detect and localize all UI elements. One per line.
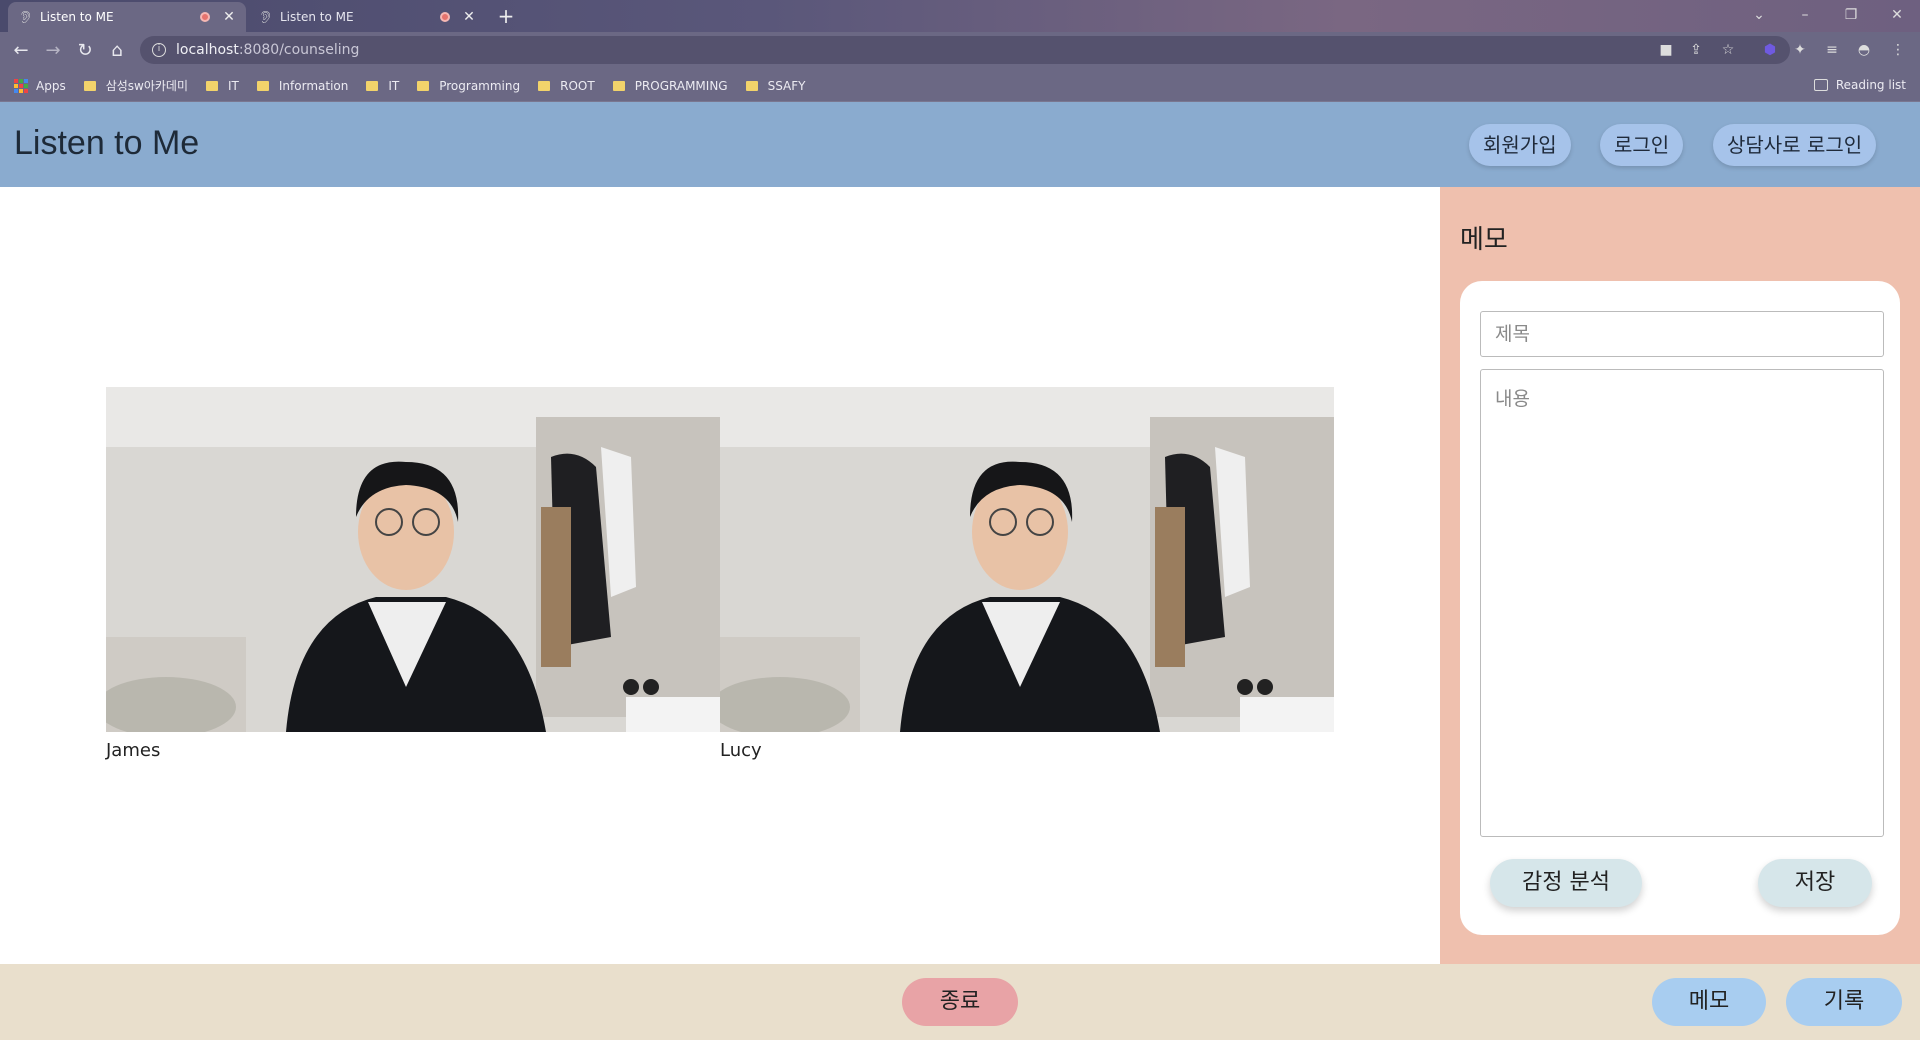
bookmark-folder[interactable]: IT bbox=[206, 79, 239, 93]
memo-panel-title: 메모 bbox=[1460, 225, 1508, 255]
url-path: :8080/counseling bbox=[238, 42, 360, 58]
bookmark-folder[interactable]: ROOT bbox=[538, 79, 595, 93]
extensions-puzzle-icon[interactable]: ✦ bbox=[1790, 40, 1810, 60]
folder-icon bbox=[206, 80, 219, 91]
save-memo-button[interactable]: 저장 bbox=[1758, 859, 1872, 907]
media-control-icon[interactable]: ≡ bbox=[1822, 40, 1842, 60]
participant-name: Lucy bbox=[720, 740, 762, 761]
folder-icon bbox=[745, 80, 758, 91]
signup-button[interactable]: 회원가입 bbox=[1469, 124, 1571, 166]
browser-tab-2[interactable]: 👂︎ Listen to ME ✕ bbox=[248, 2, 486, 32]
new-tab-button[interactable]: + bbox=[494, 6, 518, 28]
bookmark-label: PROGRAMMING bbox=[634, 78, 728, 93]
tab-search-icon[interactable]: ⌄ bbox=[1744, 4, 1774, 28]
video-feed-lucy bbox=[720, 387, 1334, 732]
end-session-button[interactable]: 종료 bbox=[902, 978, 1018, 1026]
reading-list-icon bbox=[1813, 79, 1828, 91]
address-bar[interactable]: i localhost:8080/counseling bbox=[140, 36, 1790, 64]
bookmark-label: IT bbox=[388, 78, 400, 93]
webcam-image bbox=[106, 387, 720, 732]
bookmark-folder[interactable]: 삼성sw아카데미 bbox=[83, 77, 189, 94]
site-info-icon[interactable]: i bbox=[152, 43, 166, 57]
bookmark-folder[interactable]: Information bbox=[256, 78, 349, 93]
tab-close-icon[interactable]: ✕ bbox=[222, 9, 236, 25]
bookmark-label: ROOT bbox=[560, 78, 595, 93]
video-feed-james bbox=[106, 387, 720, 732]
folder-icon bbox=[417, 80, 430, 91]
forward-icon[interactable]: → bbox=[42, 40, 64, 62]
reading-list-button[interactable]: Reading list bbox=[1813, 78, 1906, 92]
close-window-button[interactable]: ✕ bbox=[1882, 4, 1912, 28]
home-icon[interactable]: ⌂ bbox=[106, 40, 128, 62]
back-icon[interactable]: ← bbox=[10, 40, 32, 62]
bookmark-folder[interactable]: IT bbox=[366, 79, 399, 93]
restore-button[interactable]: ❐ bbox=[1836, 4, 1866, 28]
bookmark-label: Programming bbox=[439, 78, 521, 93]
login-button[interactable]: 로그인 bbox=[1600, 124, 1684, 166]
tab-close-icon[interactable]: ✕ bbox=[462, 9, 476, 25]
recording-icon bbox=[440, 12, 450, 22]
browser-tab-bar: 👂︎ Listen to ME ✕ 👂︎ Listen to ME ✕ + ⌄ … bbox=[0, 0, 1920, 32]
webcam-image bbox=[720, 387, 1334, 732]
minimize-button[interactable]: – bbox=[1790, 4, 1820, 28]
folder-icon bbox=[83, 80, 96, 91]
browser-toolbar: ← → ↻ ⌂ i localhost:8080/counseling ■ ⇪ … bbox=[0, 32, 1920, 70]
extension-icon[interactable]: ⬢ bbox=[1760, 40, 1780, 60]
reload-icon[interactable]: ↻ bbox=[74, 40, 96, 62]
bookmark-star-icon[interactable]: ☆ bbox=[1718, 40, 1738, 60]
bookmark-label: Information bbox=[278, 78, 349, 93]
memo-content-textarea[interactable] bbox=[1480, 369, 1884, 837]
url-host: localhost bbox=[176, 42, 239, 58]
camera-icon[interactable]: ■ bbox=[1656, 40, 1676, 60]
recording-icon bbox=[200, 12, 210, 22]
share-icon[interactable]: ⇪ bbox=[1686, 40, 1706, 60]
memo-toggle-button[interactable]: 메모 bbox=[1652, 978, 1766, 1026]
bookmarks-bar: Apps 삼성sw아카데미 IT Information IT Programm… bbox=[0, 70, 1920, 102]
bookmark-folder[interactable]: PROGRAMMING bbox=[612, 78, 728, 93]
apps-grid-icon bbox=[14, 78, 28, 93]
bookmark-label: 삼성sw아카데미 bbox=[105, 79, 189, 93]
memo-card: 감정 분석 저장 bbox=[1460, 281, 1900, 935]
reading-list-label: Reading list bbox=[1835, 78, 1906, 92]
profile-avatar[interactable]: ◓ bbox=[1854, 40, 1874, 60]
participant-name: James bbox=[106, 740, 161, 761]
tab-title: Listen to ME bbox=[280, 10, 354, 24]
folder-icon bbox=[538, 80, 551, 91]
folder-icon bbox=[612, 80, 625, 91]
brand-title[interactable]: Listen to Me bbox=[14, 124, 199, 163]
bookmark-folder[interactable]: SSAFY bbox=[745, 78, 806, 93]
record-button[interactable]: 기록 bbox=[1786, 978, 1902, 1026]
folder-icon bbox=[256, 80, 269, 91]
bookmark-apps[interactable]: Apps bbox=[14, 78, 66, 93]
counselor-login-button[interactable]: 상담사로 로그인 bbox=[1713, 124, 1877, 166]
bookmark-label: Apps bbox=[36, 78, 66, 93]
bookmark-label: IT bbox=[228, 78, 239, 93]
memo-title-input[interactable] bbox=[1480, 311, 1884, 357]
footer-bar: 종료 메모 기록 bbox=[0, 964, 1920, 1040]
bookmark-label: SSAFY bbox=[767, 78, 806, 93]
memo-panel: 메모 감정 분석 저장 bbox=[1440, 187, 1920, 964]
browser-tab-1[interactable]: 👂︎ Listen to ME ✕ bbox=[8, 2, 246, 32]
video-area: James Lucy bbox=[0, 187, 1440, 964]
tab-favicon-icon: 👂︎ bbox=[258, 10, 274, 24]
emotion-analysis-button[interactable]: 감정 분석 bbox=[1490, 859, 1642, 907]
folder-icon bbox=[366, 80, 379, 91]
menu-kebab-icon[interactable]: ⋮ bbox=[1888, 40, 1908, 60]
bookmark-folder[interactable]: Programming bbox=[417, 79, 520, 93]
tab-title: Listen to ME bbox=[40, 10, 114, 24]
tab-favicon-icon: 👂︎ bbox=[18, 10, 34, 24]
app-header: Listen to Me 회원가입 로그인 상담사로 로그인 bbox=[0, 102, 1920, 187]
